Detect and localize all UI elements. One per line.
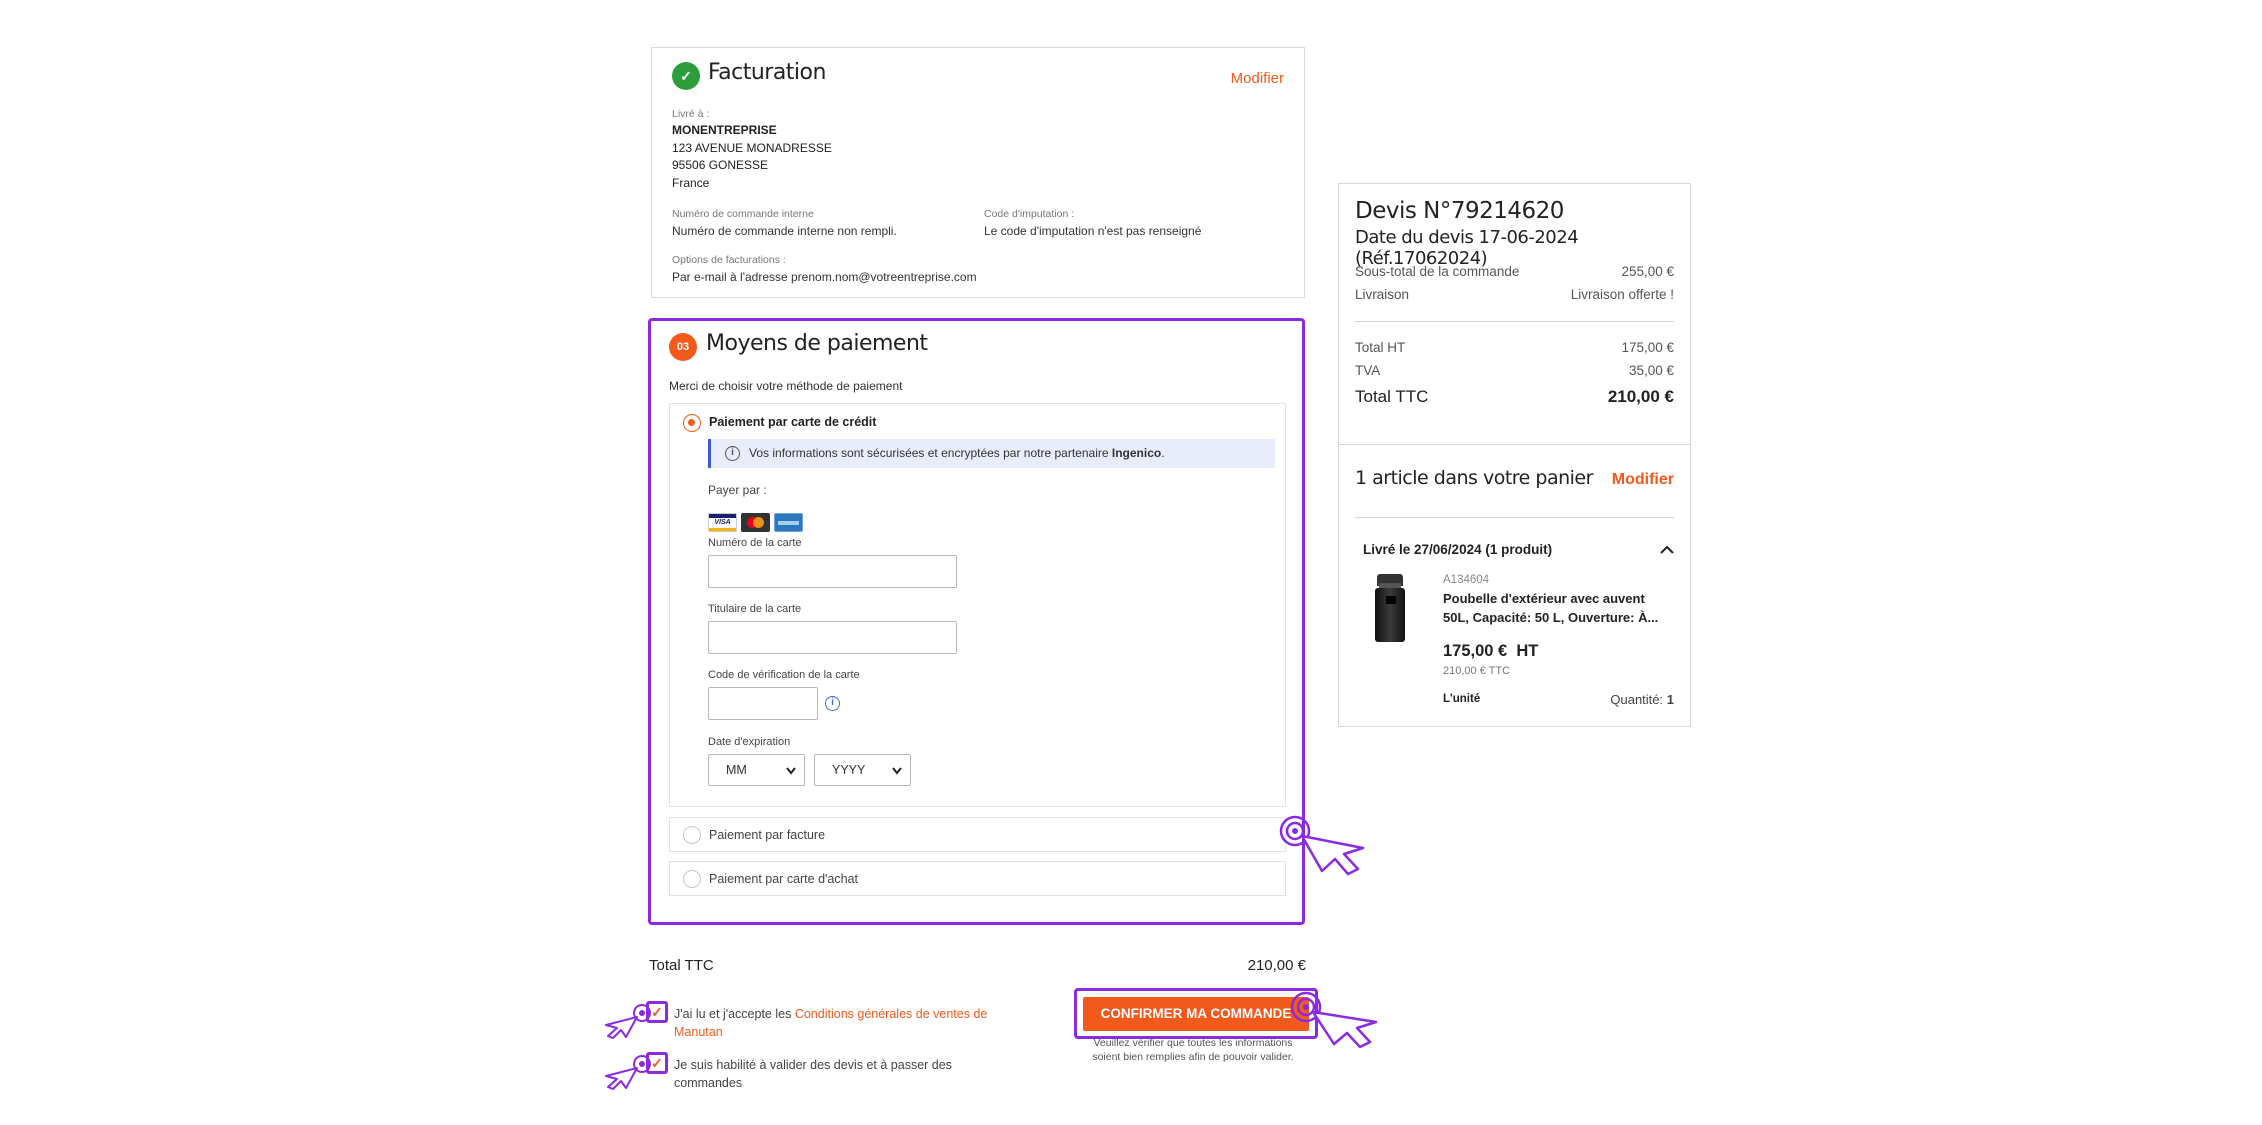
expiry-month-select[interactable]: MM	[708, 754, 805, 786]
payment-title: Moyens de paiement	[706, 331, 928, 356]
section-divider	[1339, 444, 1690, 445]
address-street: 123 AVENUE MONADRESSE	[672, 140, 832, 155]
invoice-option-label[interactable]: Paiement par facture	[709, 828, 825, 842]
purchase-card-option-label[interactable]: Paiement par carte d'achat	[709, 872, 858, 886]
credit-card-radio[interactable]	[683, 414, 701, 432]
confirm-highlight: CONFIRMER MA COMMANDE	[1074, 988, 1318, 1039]
product-price-ht: 175,00 € HT	[1443, 642, 1539, 660]
product-ref: A134604	[1443, 574, 1490, 586]
cursor-pointer-icon	[605, 1004, 651, 1039]
confirm-order-button[interactable]: CONFIRMER MA COMMANDE	[1083, 997, 1309, 1031]
total-ht-value: 175,00 €	[1621, 340, 1674, 355]
card-holder-label: Titulaire de la carte	[708, 603, 802, 615]
purchase-card-option[interactable]: Paiement par carte d'achat	[669, 861, 1286, 896]
card-brand-logos: VISA	[708, 513, 803, 532]
expiry-year-value: YYYY	[832, 763, 866, 777]
order-number-label: Numéro de commande interne	[672, 208, 814, 220]
terms-prefix: J'ai lu et j'accepte les	[674, 1007, 792, 1021]
delivery-group-label: Livré le 27/06/2024 (1 produit)	[1363, 542, 1553, 557]
quote-title: Devis N°79214620	[1355, 198, 1564, 224]
summary-divider	[1355, 321, 1674, 322]
imputation-label: Code d'imputation :	[984, 208, 1075, 220]
credit-card-option-label[interactable]: Paiement par carte de crédit	[709, 415, 876, 429]
chevron-down-icon	[892, 767, 902, 775]
cursor-pointer-icon	[605, 1055, 651, 1090]
expiry-month-value: MM	[726, 763, 747, 777]
card-number-input[interactable]	[708, 555, 957, 588]
cvv-info-icon[interactable]: i	[825, 696, 840, 711]
chevron-up-icon[interactable]	[1660, 545, 1674, 554]
quote-date: Date du devis 17-06-2024 (Réf.17062024)	[1355, 227, 1579, 269]
billing-card: ✓ Facturation Modifier Livré à : MONENTR…	[651, 47, 1305, 298]
purchase-card-radio[interactable]	[683, 870, 701, 888]
confirm-note: Veuillez vérifier que toutes les informa…	[1092, 1037, 1294, 1063]
billing-address: MONENTREPRISE 123 AVENUE MONADRESSE 9550…	[672, 122, 832, 192]
payment-card: 03 Moyens de paiement Merci de choisir v…	[648, 318, 1305, 925]
company-name: MONENTREPRISE	[672, 123, 777, 137]
check-icon: ✓	[672, 62, 700, 90]
order-summary-card: Devis N°79214620 Date du devis 17-06-202…	[1338, 183, 1691, 727]
delivery-value: Livraison offerte !	[1570, 287, 1674, 302]
product-price-ttc: 210,00 € TTC	[1443, 665, 1511, 677]
secure-partner: Ingenico	[1111, 446, 1162, 460]
secure-suffix: .	[1161, 446, 1165, 460]
secure-text: Vos informations sont sécurisées et encr…	[749, 446, 1165, 460]
amex-logo-icon	[774, 513, 803, 532]
address-country: France	[672, 175, 710, 190]
secure-text-body: Vos informations sont sécurisées et encr…	[749, 446, 1109, 460]
terms-text: J'ai lu et j'accepte les Conditions géné…	[674, 1005, 1004, 1041]
payment-subtitle: Merci de choisir votre méthode de paieme…	[669, 379, 903, 393]
cart-title: 1 article dans votre panier	[1355, 467, 1593, 489]
chevron-down-icon	[786, 767, 796, 775]
cvv-input[interactable]	[708, 687, 818, 720]
tva-label: TVA	[1355, 363, 1381, 378]
expiry-label: Date d'expiration	[708, 736, 791, 748]
tva-value: 35,00 €	[1628, 363, 1674, 378]
card-number-label: Numéro de la carte	[708, 537, 802, 549]
billing-title: Facturation	[708, 60, 826, 85]
product-name[interactable]: Poubelle d'extérieur avec auvent 50L, Ca…	[1443, 589, 1671, 627]
billing-edit-link[interactable]: Modifier	[1231, 70, 1284, 87]
mastercard-logo-icon	[741, 513, 770, 532]
cursor-pointer-icon	[1279, 815, 1365, 876]
cvv-label: Code de vérification de la carte	[708, 669, 860, 681]
pay-by-label: Payer par :	[708, 483, 767, 497]
credit-card-option: Paiement par carte de crédit i Vos infor…	[669, 403, 1286, 807]
card-holder-input[interactable]	[708, 621, 957, 654]
authorization-text: Je suis habilité à valider des devis et …	[674, 1058, 952, 1090]
imputation-value: Le code d'imputation n'est pas renseigné	[984, 224, 1202, 238]
address-city: 95506 GONESSE	[672, 158, 769, 172]
subtotal-value: 255,00 €	[1621, 264, 1674, 279]
visa-logo-text: VISA	[714, 519, 731, 526]
total-ttc-label: Total TTC	[1355, 387, 1429, 406]
cursor-pointer-icon	[1290, 991, 1378, 1048]
total-ht-label: Total HT	[1355, 340, 1406, 355]
visa-logo-icon: VISA	[708, 513, 737, 532]
info-icon: i	[725, 446, 740, 461]
cart-edit-link[interactable]: Modifier	[1612, 471, 1674, 489]
order-number-value: Numéro de commande interne non rempli.	[672, 224, 897, 238]
total-ttc-value: 210,00 €	[1607, 387, 1674, 406]
product-image[interactable]	[1375, 574, 1405, 642]
quantity-value: 1	[1666, 692, 1674, 707]
delivery-label: Livraison	[1355, 287, 1410, 302]
step-number-badge: 03	[669, 333, 697, 361]
footer-total-label: Total TTC	[649, 957, 714, 974]
delivered-to-label: Livré à :	[672, 108, 710, 120]
billing-options-label: Options de facturations :	[672, 254, 786, 266]
invoice-option[interactable]: Paiement par facture	[669, 817, 1286, 852]
product-unit: L'unité	[1443, 693, 1481, 705]
expiry-year-select[interactable]: YYYY	[814, 754, 911, 786]
billing-options-value: Par e-mail à l'adresse prenom.nom@votree…	[672, 270, 977, 284]
product-quantity: Quantité: 1	[1610, 692, 1674, 707]
invoice-radio[interactable]	[683, 826, 701, 844]
cart-divider	[1355, 517, 1674, 518]
secure-info-bar: i Vos informations sont sécurisées et en…	[708, 439, 1275, 468]
subtotal-label: Sous-total de la commande	[1355, 264, 1520, 279]
quantity-label: Quantité:	[1610, 692, 1664, 707]
footer-total-value: 210,00 €	[1247, 957, 1306, 974]
